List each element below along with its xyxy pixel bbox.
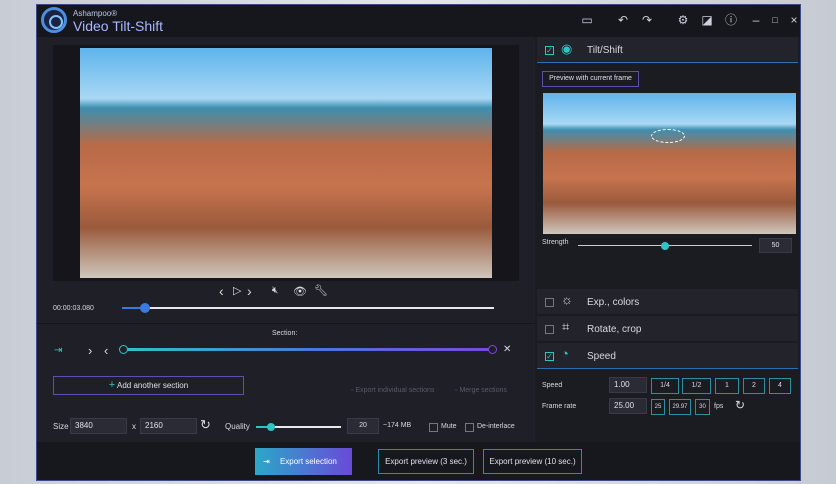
section-end-handle[interactable]: [488, 345, 497, 354]
export-icon: ⇥: [263, 457, 270, 466]
title-bar: Ashampoo® Video Tilt-Shift ▭ ↶ ↷ ⚙ ◪ ⓘ –…: [37, 5, 800, 37]
mute-checkbox[interactable]: [429, 423, 438, 432]
merge-sections-option[interactable]: ◦ Merge sections: [455, 387, 507, 394]
reset-framerate-icon[interactable]: ↻: [735, 398, 745, 412]
compare-icon[interactable]: ◪: [700, 13, 714, 27]
quality-slider[interactable]: [256, 423, 341, 431]
video-viewer: [53, 45, 519, 281]
settings-gear-icon[interactable]: ⚙: [676, 13, 690, 27]
exp-colors-header[interactable]: ☼ Exp., colors: [537, 289, 798, 315]
section-label: Section:: [272, 330, 298, 337]
tiltshift-label: Tilt/Shift: [587, 45, 623, 56]
fps-preset-button[interactable]: 29.97: [669, 399, 691, 415]
size-x-label: x: [132, 422, 136, 431]
tiltshift-header[interactable]: ✓ ◉ Tilt/Shift: [537, 37, 798, 63]
speed-label: Speed: [587, 351, 616, 362]
size-label: Size: [53, 422, 69, 431]
export-individual-option[interactable]: ◦ Export individual sections: [351, 387, 434, 394]
exp-colors-checkbox[interactable]: [545, 298, 554, 307]
eye-icon[interactable]: 👁︎: [293, 285, 307, 298]
info-icon[interactable]: ⓘ: [724, 13, 738, 27]
next-frame-button[interactable]: ›: [247, 283, 252, 299]
quality-input[interactable]: 20: [347, 418, 379, 434]
add-section-button[interactable]: + Add another section: [53, 376, 244, 395]
speed-field-label: Speed: [542, 382, 563, 389]
wrench-icon[interactable]: 🔧︎: [314, 284, 328, 297]
fps-unit-label: fps: [714, 403, 724, 410]
rotate-crop-header[interactable]: ⌗ Rotate, crop: [537, 316, 798, 342]
section-next-button[interactable]: ›: [88, 343, 92, 358]
redo-icon[interactable]: ↷: [640, 13, 654, 27]
speed-checkbox[interactable]: ✓: [545, 352, 554, 361]
timeline-handle[interactable]: [140, 303, 150, 313]
deinterlace-label: De-interlace: [477, 423, 515, 430]
fps-preset-button[interactable]: 30: [695, 399, 710, 415]
merge-sections-label: Merge sections: [459, 387, 507, 394]
speed-preset-button[interactable]: 1: [715, 378, 739, 394]
framerate-label: Frame rate: [542, 403, 577, 410]
rotate-crop-label: Rotate, crop: [587, 324, 642, 335]
deinterlace-checkbox[interactable]: [465, 423, 474, 432]
quality-handle[interactable]: [267, 423, 275, 431]
tiltshift-icon: ◉: [561, 41, 573, 56]
sun-icon: ☼: [561, 292, 573, 307]
app-window: Ashampoo® Video Tilt-Shift ▭ ↶ ↷ ⚙ ◪ ⓘ –…: [36, 4, 801, 481]
set-marker-icon[interactable]: ⇥: [54, 345, 62, 356]
rotate-crop-checkbox[interactable]: [545, 325, 554, 334]
section-start-handle[interactable]: [119, 345, 128, 354]
brand-label: Ashampoo®: [73, 9, 118, 18]
filesize-estimate: ~174 MB: [383, 422, 412, 429]
mute-label: Mute: [441, 423, 457, 430]
framerate-input[interactable]: 25.00: [609, 398, 647, 414]
undo-icon[interactable]: ↶: [616, 13, 630, 27]
remove-section-icon[interactable]: ✕: [503, 344, 511, 355]
speed-preset-button[interactable]: 4: [769, 378, 791, 394]
strength-label: Strength: [542, 239, 569, 246]
strength-input[interactable]: 50: [759, 238, 792, 253]
prev-frame-button[interactable]: ‹: [219, 283, 224, 299]
crop-icon: ⌗: [562, 319, 570, 334]
fps-preset-button[interactable]: 25: [651, 399, 665, 415]
speed-preset-button[interactable]: 1/2: [682, 378, 711, 394]
exp-colors-label: Exp., colors: [587, 297, 640, 308]
strength-slider[interactable]: [578, 242, 752, 250]
focus-area-handle[interactable]: [651, 129, 685, 143]
minimize-button[interactable]: –: [749, 13, 763, 27]
mute-speaker-icon[interactable]: 🔇︎: [272, 285, 278, 296]
export-preview-3-button[interactable]: Export preview (3 sec.): [378, 449, 474, 474]
video-frame-image: [80, 48, 492, 278]
app-logo-icon: [41, 7, 67, 33]
speed-input[interactable]: 1.00: [609, 377, 647, 393]
app-title: Video Tilt-Shift: [73, 18, 164, 34]
export-individual-label: Export individual sections: [355, 387, 435, 394]
height-input[interactable]: 2160: [140, 418, 197, 434]
tiltshift-preview-image[interactable]: [543, 93, 796, 234]
preview-current-frame-button[interactable]: Preview with current frame: [542, 71, 639, 87]
strength-handle[interactable]: [661, 242, 669, 250]
folder-icon[interactable]: ▭: [580, 13, 594, 27]
export-selection-button[interactable]: ⇥ Export selection: [255, 448, 352, 475]
export-selection-label: Export selection: [279, 457, 337, 466]
width-input[interactable]: 3840: [70, 418, 127, 434]
speedometer-icon: ◔: [561, 346, 569, 361]
timecode: 00:00:03.080: [53, 305, 94, 312]
close-button[interactable]: ×: [787, 13, 801, 27]
export-preview-10-button[interactable]: Export preview (10 sec.): [483, 449, 582, 474]
maximize-button[interactable]: □: [768, 13, 782, 27]
speed-header[interactable]: ✓ ◔ Speed: [537, 343, 798, 369]
section-prev-button[interactable]: ‹: [104, 343, 108, 358]
tiltshift-checkbox[interactable]: ✓: [545, 46, 554, 55]
quality-label: Quality: [225, 422, 250, 431]
reset-size-icon[interactable]: ↻: [200, 417, 211, 433]
speed-preset-button[interactable]: 2: [743, 378, 765, 394]
timeline-slider[interactable]: [122, 303, 494, 313]
section-range-slider[interactable]: [119, 345, 497, 354]
add-section-label: Add another section: [117, 381, 189, 390]
speed-preset-button[interactable]: 1/4: [651, 378, 679, 394]
play-button[interactable]: ▷: [233, 284, 241, 297]
